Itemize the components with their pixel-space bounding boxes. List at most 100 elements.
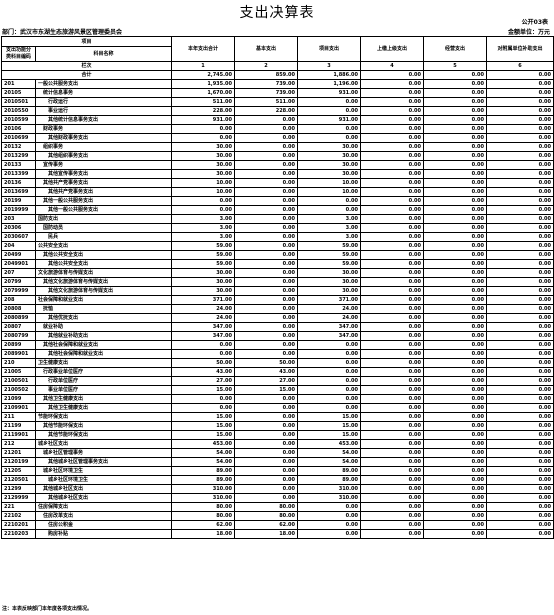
row-value: 3.00 <box>171 232 236 242</box>
row-value: 0.00 <box>360 151 425 161</box>
row-code: 20199 <box>1 196 36 206</box>
row-value: 0.00 <box>486 295 554 305</box>
row-value: 511.00 <box>234 97 299 107</box>
row-value: 0.00 <box>423 529 488 539</box>
row-value: 0.00 <box>486 430 554 440</box>
row-value: 0.00 <box>486 367 554 377</box>
table-row: 20199 其他一般公共服务支出 0.00 0.00 0.00 0.00 0.00 0.00 <box>1 196 554 206</box>
row-value: 0.00 <box>423 511 488 521</box>
header-item: 项目 <box>0 36 173 47</box>
row-name: 城乡社区环境卫生 <box>34 475 173 485</box>
table-row: 2010501 行政运行 511.00 511.00 0.00 0.00 0.00 0.00 <box>1 97 554 107</box>
row-value: 24.00 <box>171 313 236 323</box>
row-value: 0.00 <box>486 187 554 197</box>
row-value: 0.00 <box>360 178 425 188</box>
row-value: 0.00 <box>171 349 236 359</box>
row-name: 其他社会保障和就业支出 <box>34 349 173 359</box>
row-value: 0.00 <box>297 97 362 107</box>
table-row: 21199 其他节能环保支出 15.00 0.00 15.00 0.00 0.00 0.00 <box>1 421 554 431</box>
row-value: 0.00 <box>486 448 554 458</box>
row-value: 0.00 <box>486 385 554 395</box>
row-value: 371.00 <box>297 295 362 305</box>
row-value: 0.00 <box>486 88 554 98</box>
table-row: 2109901 其他卫生健康支出 0.00 0.00 0.00 0.00 0.00 0.00 <box>1 403 554 413</box>
row-value: 0.00 <box>234 277 299 287</box>
row-value: 0.00 <box>234 394 299 404</box>
row-value: 0.00 <box>423 394 488 404</box>
row-value: 0.00 <box>234 178 299 188</box>
row-value: 89.00 <box>297 466 362 476</box>
row-code: 20808 <box>1 304 36 314</box>
row-value: 228.00 <box>234 106 299 116</box>
row-code: 2079999 <box>1 286 36 296</box>
total-cell: 1,886.00 <box>297 70 362 80</box>
row-value: 0.00 <box>486 331 554 341</box>
row-value: 0.00 <box>423 367 488 377</box>
row-value: 0.00 <box>234 493 299 503</box>
row-value: 0.00 <box>423 259 488 269</box>
row-value: 0.00 <box>423 196 488 206</box>
row-name: 统计信息事务 <box>34 88 173 98</box>
row-name: 其他卫生健康支出 <box>34 394 173 404</box>
row-value: 0.00 <box>360 502 425 512</box>
table-row: 2010550 事业运行 228.00 228.00 0.00 0.00 0.00 0.00 <box>1 106 554 116</box>
row-name: 财政事务 <box>34 124 173 134</box>
row-value: 0.00 <box>360 286 425 296</box>
row-value: 0.00 <box>423 520 488 530</box>
row-value: 0.00 <box>297 340 362 350</box>
row-name: 其他共产党事务支出 <box>34 187 173 197</box>
row-value: 0.00 <box>486 214 554 224</box>
header-col5: 经营支出 <box>423 36 488 62</box>
row-value: 0.00 <box>234 268 299 278</box>
row-code: 20133 <box>1 160 36 170</box>
row-value: 30.00 <box>171 277 236 287</box>
row-code: 20106 <box>1 124 36 134</box>
row-value: 0.00 <box>360 223 425 233</box>
row-value: 0.00 <box>360 313 425 323</box>
table-row: 2080899 其他优抚支出 24.00 0.00 24.00 0.00 0.00 0.00 <box>1 313 554 323</box>
row-value: 310.00 <box>171 493 236 503</box>
row-value: 0.00 <box>297 196 362 206</box>
row-value: 0.00 <box>423 502 488 512</box>
row-value: 89.00 <box>171 475 236 485</box>
row-value: 0.00 <box>234 322 299 332</box>
row-name: 其他财政事务支出 <box>34 133 173 143</box>
row-value: 0.00 <box>486 340 554 350</box>
footnote: 注：本表反映部门本年度各项支出情况。 <box>2 606 93 612</box>
row-value: 0.00 <box>486 142 554 152</box>
row-value: 0.00 <box>423 151 488 161</box>
row-value: 0.00 <box>360 376 425 386</box>
row-value: 0.00 <box>486 358 554 368</box>
row-value: 0.00 <box>486 304 554 314</box>
row-value: 1,196.00 <box>297 79 362 89</box>
col-number: 5 <box>423 61 488 71</box>
row-value: 54.00 <box>171 457 236 467</box>
row-value: 0.00 <box>360 205 425 215</box>
row-value: 0.00 <box>423 277 488 287</box>
row-value: 0.00 <box>234 475 299 485</box>
row-value: 0.00 <box>234 439 299 449</box>
row-value: 0.00 <box>486 421 554 431</box>
row-code: 210 <box>1 358 36 368</box>
row-value: 0.00 <box>360 448 425 458</box>
row-name: 住房改革支出 <box>34 511 173 521</box>
page: 支出决算表 公开03表 部门：武汉市东湖生态旅游风景区管理委员会 金额单位：万元… <box>0 0 554 615</box>
row-value: 0.00 <box>297 403 362 413</box>
row-value: 0.00 <box>360 196 425 206</box>
row-value: 0.00 <box>486 529 554 539</box>
row-value: 0.00 <box>234 430 299 440</box>
row-value: 0.00 <box>360 259 425 269</box>
row-value: 30.00 <box>297 151 362 161</box>
table-row: 2120501 城乡社区环境卫生 89.00 0.00 89.00 0.00 0.00 0.0… <box>1 475 554 485</box>
header-col2: 基本支出 <box>234 36 299 62</box>
row-value: 0.00 <box>360 241 425 251</box>
row-value: 0.00 <box>486 349 554 359</box>
header-col3: 项目支出 <box>297 36 362 62</box>
row-value: 0.00 <box>486 160 554 170</box>
row-value: 0.00 <box>423 232 488 242</box>
col-number: 1 <box>171 61 236 71</box>
row-name: 公共安全支出 <box>34 241 173 251</box>
row-name: 城乡社区管理事务 <box>34 448 173 458</box>
row-value: 0.00 <box>297 106 362 116</box>
row-name: 行政运行 <box>34 97 173 107</box>
